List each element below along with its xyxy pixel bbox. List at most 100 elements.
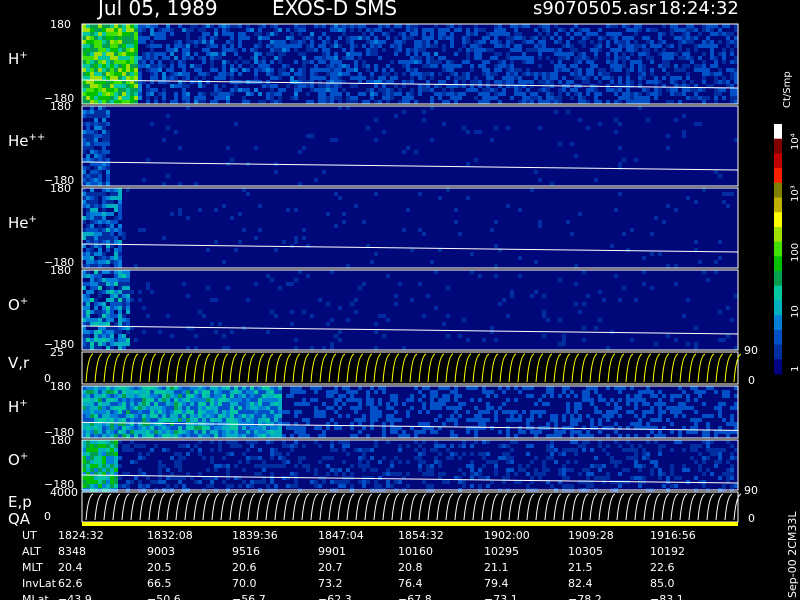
spectrogram-cell [638, 422, 642, 426]
spectrogram-cell [102, 134, 106, 138]
spectrogram-cell [454, 208, 458, 212]
spectrogram-cell [186, 52, 190, 56]
spectrogram-cell [634, 298, 638, 302]
spectrogram-cell [586, 294, 590, 298]
spectrogram-cell [230, 418, 234, 422]
spectrogram-cell [90, 76, 94, 80]
spectrogram-cell [106, 346, 110, 350]
spectrogram-cell [694, 390, 698, 394]
spectrogram-cell [418, 88, 422, 92]
spectrogram-cell [374, 410, 378, 414]
spectrogram-cell [126, 64, 130, 68]
spectrogram-cell [90, 330, 94, 334]
spectrogram-cell [122, 342, 126, 346]
spectrogram-cell [278, 394, 282, 398]
spectrogram-cell [386, 64, 390, 68]
spectrogram-cell [666, 44, 670, 48]
spectrogram-cell [258, 426, 262, 430]
spectrogram-cell [486, 394, 490, 398]
spectrogram-cell [254, 68, 258, 72]
spectrogram-cell [450, 60, 454, 64]
spectrogram-cell [326, 212, 330, 216]
spectrogram-cell [642, 68, 646, 72]
spectrogram-cell [506, 444, 510, 448]
spectrogram-cell [538, 24, 542, 28]
spectrogram-cell [570, 440, 574, 444]
spectrogram-cell [210, 410, 214, 414]
spectrogram-cell [582, 468, 586, 472]
spectrogram-cell [210, 24, 214, 28]
spectrogram-cell [202, 40, 206, 44]
spectrogram-cell [126, 480, 130, 484]
spectrogram-cell [234, 390, 238, 394]
spectrogram-cell [146, 398, 150, 402]
spectrogram-cell [506, 44, 510, 48]
spectrogram-cell [154, 24, 158, 28]
spectrogram-cell [482, 426, 486, 430]
spectrogram-cell [190, 40, 194, 44]
spectrogram-cell [410, 248, 414, 252]
spectrogram-cell [506, 472, 510, 476]
spectrogram-cell [90, 406, 94, 410]
spectrogram-cell [234, 386, 238, 390]
spectrogram-cell [330, 64, 334, 68]
spectrogram-cell [178, 146, 182, 150]
spectrogram-cell [622, 64, 626, 68]
spectrogram-cell [102, 122, 106, 126]
spectrogram-cell [298, 426, 302, 430]
spectrogram-cell [106, 290, 110, 294]
spectrogram-cell [90, 178, 94, 182]
spectrogram-cell [126, 306, 130, 310]
spectrogram-cell [294, 410, 298, 414]
spectrogram-cell [246, 88, 250, 92]
spectrogram-cell [586, 60, 590, 64]
spectrogram-cell [362, 32, 366, 36]
spectrogram-cell [102, 60, 106, 64]
spectrogram-cell [606, 32, 610, 36]
spectrogram-cell [454, 220, 458, 224]
spectrogram-cell [694, 422, 698, 426]
spectrogram-cell [86, 64, 90, 68]
spectrogram-cell [322, 32, 326, 36]
spectrogram-cell [338, 36, 342, 40]
spectrogram-cell [654, 96, 658, 100]
spectrogram-cell [182, 484, 186, 488]
spectrogram-cell [254, 56, 258, 60]
spectrogram-cell [654, 88, 658, 92]
spectrogram-cell [262, 430, 266, 434]
spectrogram-cell [578, 92, 582, 96]
spectrogram-cell [258, 40, 262, 44]
spectrogram-cell [638, 68, 642, 72]
spectrogram-cell [194, 24, 198, 28]
spectrogram-cell [90, 188, 94, 192]
spectrogram-cell [230, 48, 234, 52]
spectrogram-cell [114, 264, 118, 268]
spectrogram-cell [486, 452, 490, 456]
spectrogram-cell [270, 386, 274, 390]
spectrogram-cell [542, 464, 546, 468]
spectrogram-cell [630, 68, 634, 72]
spectrogram-cell [350, 390, 354, 394]
spectrogram-cell [634, 158, 638, 162]
spectrogram-cell [574, 72, 578, 76]
spectrogram-cell [110, 318, 114, 322]
spectrogram-cell [566, 92, 570, 96]
spectrogram-cell [218, 410, 222, 414]
spectrogram-cell [322, 430, 326, 434]
spectrogram-cell [230, 64, 234, 68]
spectrogram-cell [118, 290, 122, 294]
spectrogram-cell [134, 460, 138, 464]
spectrogram-cell [614, 40, 618, 44]
spectrogram-cell [214, 240, 218, 244]
spectrogram-cell [586, 414, 590, 418]
spectrogram-cell [606, 434, 610, 438]
spectrogram-cell [230, 158, 234, 162]
spectrogram-cell [194, 64, 198, 68]
spectrogram-cell [382, 334, 386, 338]
spectrogram-cell [106, 32, 110, 36]
spectrogram-cell [222, 96, 226, 100]
spectrogram-cell [714, 44, 718, 48]
spectrogram-cell [582, 440, 586, 444]
spectrogram-cell [686, 342, 690, 346]
spectrogram-cell [354, 204, 358, 208]
